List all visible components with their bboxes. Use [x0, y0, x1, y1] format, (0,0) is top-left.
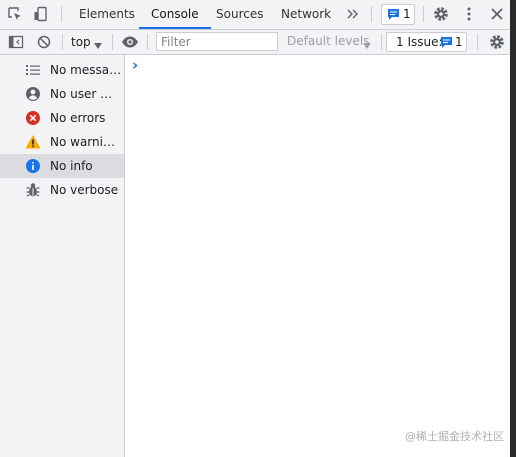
- warning-icon: [25, 134, 41, 150]
- divider: [147, 34, 148, 50]
- more-options-icon[interactable]: [462, 6, 476, 22]
- sidebar-item-label: No warnings: [50, 135, 122, 149]
- inspect-element-icon[interactable]: [7, 6, 23, 22]
- context-selector[interactable]: top: [71, 30, 91, 54]
- message-icon: [440, 36, 453, 49]
- issues-label: 1 Issue:: [396, 35, 443, 49]
- divider: [62, 34, 63, 50]
- devtools-tab-bar: Elements Console Sources Network 1: [0, 0, 510, 30]
- sidebar-item-messages[interactable]: No messages: [0, 58, 124, 82]
- tab-console[interactable]: Console: [139, 0, 211, 29]
- filter-input[interactable]: [156, 32, 278, 51]
- sidebar-item-errors[interactable]: No errors: [0, 106, 124, 130]
- tab-network[interactable]: Network: [281, 0, 331, 28]
- sidebar-item-label: No user me…: [50, 87, 122, 101]
- sidebar-item-warnings[interactable]: No warnings: [0, 130, 124, 154]
- console-output-area[interactable]: ›: [125, 55, 510, 457]
- divider: [112, 34, 113, 50]
- console-sidebar: No messages No user me… No errors: [0, 55, 125, 457]
- info-icon: [25, 158, 41, 174]
- eye-icon[interactable]: [121, 34, 139, 50]
- sidebar-toggle-icon[interactable]: [8, 34, 24, 50]
- list-icon: [25, 62, 41, 78]
- settings-gear-icon[interactable]: [433, 6, 449, 22]
- sidebar-item-label: No verbose: [50, 183, 119, 197]
- chevron-down-icon[interactable]: [363, 38, 371, 49]
- console-settings-gear-icon[interactable]: [489, 34, 505, 50]
- issues-count: 1: [455, 35, 463, 49]
- log-levels-dropdown[interactable]: Default levels: [287, 30, 369, 53]
- divider: [371, 6, 372, 22]
- device-toolbar-icon[interactable]: [33, 6, 49, 22]
- tab-sources[interactable]: Sources: [216, 0, 263, 28]
- issues-badge-button[interactable]: 1: [381, 4, 415, 25]
- sidebar-item-label: No errors: [50, 111, 106, 125]
- sidebar-item-verbose[interactable]: No verbose: [0, 178, 124, 202]
- bug-icon: [25, 182, 41, 198]
- divider: [381, 34, 382, 50]
- divider: [477, 34, 478, 50]
- clear-console-icon[interactable]: [36, 34, 52, 50]
- window-edge: [510, 0, 516, 457]
- user-icon: [25, 86, 41, 102]
- chevron-down-icon[interactable]: [94, 38, 102, 49]
- sidebar-item-info[interactable]: No info: [0, 154, 124, 178]
- sidebar-item-label: No info: [50, 159, 93, 173]
- close-icon[interactable]: [489, 6, 505, 22]
- divider: [423, 6, 424, 22]
- message-icon: [387, 8, 400, 21]
- issues-button[interactable]: 1 Issue: 1: [386, 32, 467, 52]
- console-prompt[interactable]: ›: [132, 56, 138, 74]
- divider: [61, 6, 62, 22]
- issues-badge-count: 1: [403, 7, 411, 21]
- tab-elements[interactable]: Elements: [79, 0, 135, 28]
- double-chevron-right-icon[interactable]: [345, 5, 361, 23]
- error-icon: [25, 110, 41, 126]
- watermark: @稀土掘金技术社区: [405, 430, 504, 443]
- sidebar-item-label: No messages: [50, 63, 122, 77]
- sidebar-item-user-messages[interactable]: No user me…: [0, 82, 124, 106]
